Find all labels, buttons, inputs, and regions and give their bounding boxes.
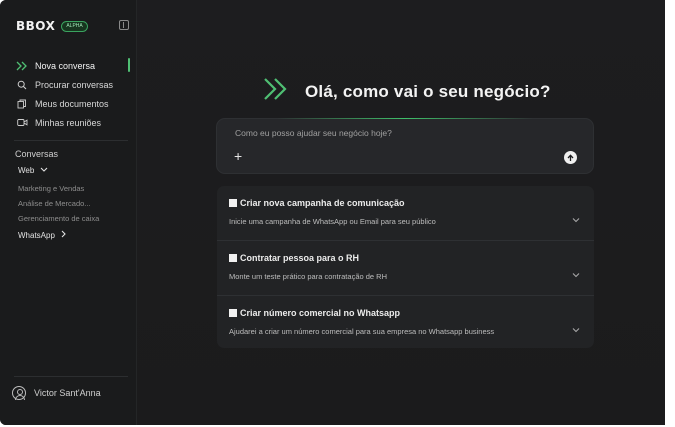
sidebar-item-meus-documentos[interactable]: Meus documentos	[0, 94, 136, 113]
suggestion-title: Criar número comercial no Whatsapp	[240, 308, 401, 318]
chevron-down-icon[interactable]	[572, 216, 580, 224]
page-title: Olá, como vai o seu negócio?	[305, 81, 551, 101]
conversation-group-label: Web	[18, 166, 35, 175]
chevron-down-icon[interactable]	[572, 326, 580, 334]
suggestion-description: Ajudarei a criar um número comercial par…	[229, 327, 495, 336]
alpha-badge: ALPHA	[61, 20, 88, 32]
documents-icon	[16, 98, 28, 110]
conversation-item[interactable]: Marketing e Vendas	[18, 184, 84, 193]
suggestion-title: Contratar pessoa para o RH	[240, 253, 360, 263]
plus-icon[interactable]: +	[234, 149, 246, 163]
conversation-group-label: WhatsApp	[18, 230, 55, 240]
conversations-heading: Conversas	[15, 149, 59, 159]
chevron-right-icon	[61, 230, 67, 240]
suggestion-description: Inicie uma campanha de WhatsApp ou Email…	[229, 217, 436, 226]
brand: BBOX ALPHA	[16, 19, 88, 33]
sidebar-divider	[14, 376, 128, 377]
checkbox-icon	[229, 199, 237, 207]
conversation-group-whatsapp[interactable]: WhatsApp	[18, 230, 67, 240]
sidebar-nav: Nova conversa Procurar conversas Meus do…	[0, 56, 136, 132]
conversation-item[interactable]: Gerenciamento de caixa	[18, 214, 99, 223]
main-content: Olá, como vai o seu negócio? + Criar nov…	[137, 0, 665, 425]
send-button[interactable]	[564, 151, 577, 164]
app-window: BBOX ALPHA Nova conversa Procurar conver…	[0, 0, 665, 425]
suggestion-card[interactable]: Criar número comercial no Whatsapp Ajuda…	[217, 296, 594, 348]
hero: Olá, como vai o seu negócio?	[263, 77, 551, 106]
checkbox-icon	[229, 309, 237, 317]
sidebar-divider	[14, 140, 128, 141]
suggestions-list: Criar nova campanha de comunicação Inici…	[217, 186, 594, 348]
sidebar-item-nova-conversa[interactable]: Nova conversa	[0, 56, 136, 75]
search-icon	[16, 79, 28, 91]
suggestion-title-row: Criar nova campanha de comunicação	[229, 198, 405, 208]
chevron-down-icon	[40, 166, 48, 175]
double-chevron-right-icon	[16, 60, 28, 72]
suggestion-title: Criar nova campanha de comunicação	[240, 198, 405, 208]
composer-highlight	[277, 118, 533, 119]
chat-composer: +	[217, 118, 593, 173]
conversation-item[interactable]: Análise de Mercado...	[18, 199, 91, 208]
active-indicator	[128, 58, 130, 72]
sidebar: BBOX ALPHA Nova conversa Procurar conver…	[0, 0, 137, 425]
sidebar-item-label: Nova conversa	[35, 60, 96, 71]
sidebar-item-label: Minhas reuniões	[35, 117, 102, 128]
checkbox-icon	[229, 254, 237, 262]
suggestion-card[interactable]: Criar nova campanha de comunicação Inici…	[217, 186, 594, 241]
suggestion-title-row: Criar número comercial no Whatsapp	[229, 308, 400, 318]
double-chevron-right-icon	[263, 77, 289, 106]
chat-input[interactable]	[233, 127, 537, 139]
sidebar-item-procurar-conversas[interactable]: Procurar conversas	[0, 75, 136, 94]
sidebar-item-minhas-reunioes[interactable]: Minhas reuniões	[0, 113, 136, 132]
user-profile[interactable]: Victor Sant'Anna	[12, 386, 101, 400]
sidebar-item-label: Procurar conversas	[35, 79, 114, 90]
logo: BBOX	[16, 19, 56, 33]
sidebar-item-label: Meus documentos	[35, 98, 109, 109]
video-icon	[16, 117, 28, 129]
arrow-up-icon	[567, 153, 574, 161]
chevron-down-icon[interactable]	[572, 271, 580, 279]
collapse-sidebar-icon[interactable]	[119, 20, 129, 30]
suggestion-description: Monte um teste prático para contratação …	[229, 272, 387, 281]
suggestion-title-row: Contratar pessoa para o RH	[229, 253, 359, 263]
suggestion-card[interactable]: Contratar pessoa para o RH Monte um test…	[217, 241, 594, 296]
avatar-icon	[12, 386, 26, 400]
user-name: Victor Sant'Anna	[34, 388, 101, 398]
conversation-group-web[interactable]: Web	[18, 166, 48, 175]
